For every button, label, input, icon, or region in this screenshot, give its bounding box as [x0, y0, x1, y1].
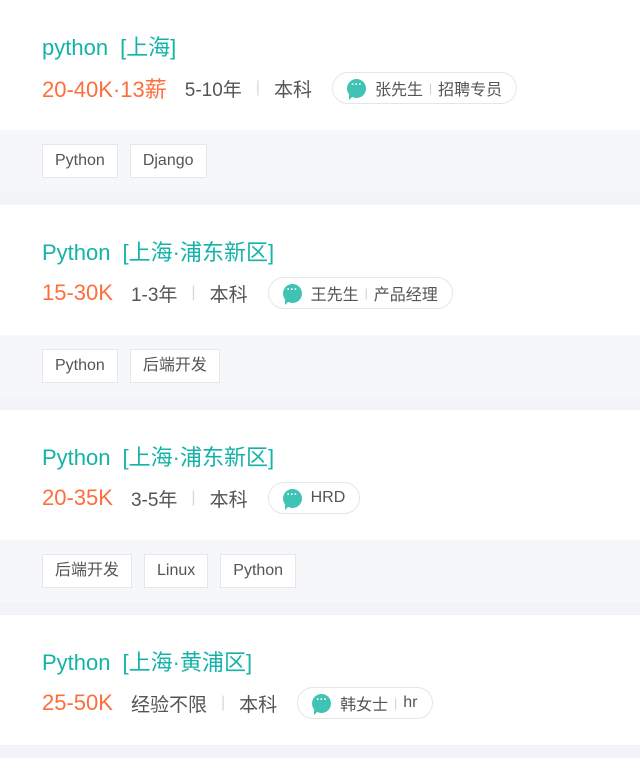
- job-salary: 25-50K: [42, 690, 113, 715]
- job-location: [上海·浦东新区]: [122, 445, 275, 470]
- job-education: 本科: [209, 489, 248, 511]
- job-tags: 后端开发 Linux Python: [0, 540, 640, 602]
- job-name[interactable]: Python: [42, 240, 111, 265]
- job-title-link[interactable]: python [上海]: [42, 30, 176, 62]
- job-tag: Python: [42, 144, 118, 178]
- job-tag: 后端开发: [42, 554, 133, 588]
- job-tag: Python: [42, 349, 118, 383]
- job-experience: 1-3年: [130, 284, 178, 306]
- divider: |: [255, 79, 260, 96]
- divider: |: [394, 696, 398, 710]
- job-title-link[interactable]: Python [上海·浦东新区]: [42, 440, 274, 472]
- job-experience: 经验不限: [130, 694, 207, 716]
- job-location: [上海·浦东新区]: [122, 240, 275, 265]
- job-salary: 20-40K·13薪: [42, 77, 167, 102]
- job-card[interactable]: python [上海] 20-40K·13薪 5-10年 | 本科 ··· 张先生…: [0, 0, 640, 192]
- chat-bubble-icon: ···: [312, 693, 332, 715]
- recruiter-title: 产品经理: [373, 287, 438, 304]
- job-experience: 5-10年: [184, 79, 242, 101]
- recruiter-name: 王先生: [310, 287, 359, 304]
- job-tag: Django: [129, 144, 207, 178]
- job-name[interactable]: Python: [42, 650, 111, 675]
- job-tag: Linux: [144, 554, 209, 588]
- chat-recruiter-button[interactable]: ··· 张先生 | 招聘专员: [331, 72, 518, 104]
- job-list: python [上海] 20-40K·13薪 5-10年 | 本科 ··· 张先生…: [0, 0, 640, 745]
- recruiter-name: 韩女士: [340, 697, 389, 714]
- chat-recruiter-button[interactable]: ··· 韩女士 | hr: [297, 687, 433, 719]
- job-info: 25-50K 经验不限 | 本科 ··· 韩女士 | hr: [42, 687, 433, 719]
- job-info: 20-40K·13薪 5-10年 | 本科 ··· 张先生 | 招聘专员: [42, 72, 518, 104]
- recruiter-name: HRD: [310, 489, 346, 506]
- job-tag: Python: [220, 554, 297, 588]
- job-education: 本科: [273, 79, 312, 101]
- chat-bubble-icon: ···: [282, 283, 302, 305]
- job-salary: 15-30K: [42, 280, 113, 305]
- job-experience: 3-5年: [130, 489, 178, 511]
- job-info: 20-35K 3-5年 | 本科 ··· HRD: [42, 482, 361, 514]
- chat-bubble-icon: ···: [346, 78, 366, 100]
- job-primary: python [上海] 20-40K·13薪 5-10年 | 本科 ··· 张先生…: [0, 0, 640, 130]
- job-education: 本科: [209, 284, 248, 306]
- job-card[interactable]: Python [上海·黄浦区] 25-50K 经验不限 | 本科 ··· 韩女士 …: [0, 615, 640, 745]
- chat-recruiter-button[interactable]: ··· HRD: [267, 482, 361, 514]
- job-tags: Python 后端开发: [0, 335, 640, 397]
- divider: |: [191, 489, 196, 506]
- job-primary: Python [上海·黄浦区] 25-50K 经验不限 | 本科 ··· 韩女士 …: [0, 615, 640, 745]
- job-name[interactable]: python: [42, 35, 108, 60]
- recruiter-title: hr: [403, 694, 418, 711]
- job-tag: 后端开发: [129, 349, 220, 383]
- divider: |: [191, 284, 196, 301]
- job-card[interactable]: Python [上海·浦东新区] 20-35K 3-5年 | 本科 ··· HRD…: [0, 410, 640, 602]
- job-info: 15-30K 1-3年 | 本科 ··· 王先生 | 产品经理: [42, 277, 453, 309]
- job-education: 本科: [239, 694, 278, 716]
- job-name[interactable]: Python: [42, 445, 111, 470]
- recruiter-name: 张先生: [374, 82, 423, 99]
- chat-recruiter-button[interactable]: ··· 王先生 | 产品经理: [267, 277, 453, 309]
- job-card[interactable]: Python [上海·浦东新区] 15-30K 1-3年 | 本科 ··· 王先生…: [0, 205, 640, 397]
- job-tags: Python Django: [0, 130, 640, 192]
- job-location: [上海·黄浦区]: [122, 650, 253, 675]
- job-title-link[interactable]: Python [上海·黄浦区]: [42, 645, 252, 677]
- job-primary: Python [上海·浦东新区] 15-30K 1-3年 | 本科 ··· 王先生…: [0, 205, 640, 335]
- divider: |: [364, 286, 368, 300]
- job-salary: 20-35K: [42, 485, 113, 510]
- job-location: [上海]: [120, 35, 177, 60]
- recruiter-title: 招聘专员: [438, 82, 503, 99]
- job-title-link[interactable]: Python [上海·浦东新区]: [42, 235, 274, 267]
- divider: |: [428, 81, 433, 95]
- divider: |: [220, 694, 226, 711]
- job-primary: Python [上海·浦东新区] 20-35K 3-5年 | 本科 ··· HRD: [0, 410, 640, 540]
- chat-bubble-icon: ···: [282, 488, 302, 510]
